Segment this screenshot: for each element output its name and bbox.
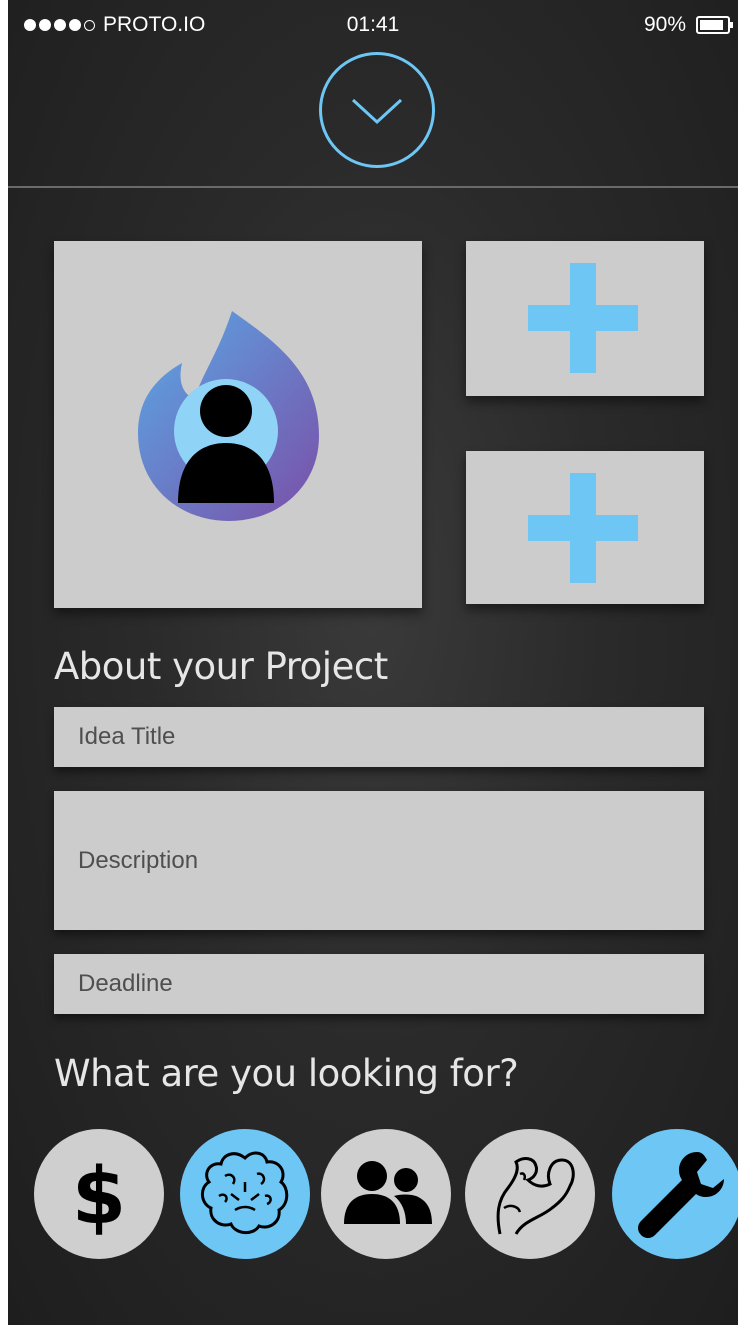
- battery-percent: 90%: [643, 13, 686, 36]
- svg-text:$: $: [72, 1152, 126, 1239]
- people-icon: [344, 1161, 432, 1224]
- battery-status: 90%: [643, 13, 733, 37]
- category-tools-button[interactable]: [612, 1129, 738, 1259]
- user-flame-avatar-icon: [138, 311, 319, 521]
- muscle-arm-icon: [496, 1157, 575, 1235]
- phone-screen: PROTO.IO 01:41 90% About your Project Id…: [8, 0, 738, 1325]
- category-team-button[interactable]: [321, 1129, 451, 1259]
- deadline-input[interactable]: Deadline: [54, 954, 704, 1014]
- main-image-tile[interactable]: [54, 241, 422, 608]
- category-strength-button[interactable]: [465, 1129, 595, 1259]
- add-image-button-2[interactable]: [466, 451, 704, 604]
- collapse-button[interactable]: [319, 52, 435, 168]
- status-bar: PROTO.IO 01:41 90%: [8, 0, 738, 50]
- wrench-icon: [638, 1152, 724, 1238]
- clock: 01:41: [346, 13, 400, 36]
- plus-icon: [466, 451, 704, 604]
- add-image-button-1[interactable]: [466, 241, 704, 396]
- idea-title-placeholder: Idea Title: [78, 723, 176, 750]
- idea-title-input[interactable]: Idea Title: [54, 707, 704, 767]
- battery-icon: [696, 16, 733, 34]
- chevron-down-icon: [351, 98, 403, 125]
- header-divider: [8, 186, 738, 188]
- looking-for-title: What are you looking for?: [54, 1052, 519, 1095]
- deadline-placeholder: Deadline: [78, 970, 173, 997]
- about-section-title: About your Project: [54, 645, 388, 688]
- brain-icon: [201, 1151, 289, 1234]
- dollar-icon: $: [72, 1152, 126, 1239]
- plus-icon: [466, 241, 704, 396]
- description-input[interactable]: Description: [54, 791, 704, 930]
- description-placeholder: Description: [78, 846, 199, 874]
- category-brain-button[interactable]: [180, 1129, 310, 1259]
- category-money-button[interactable]: $: [34, 1129, 164, 1259]
